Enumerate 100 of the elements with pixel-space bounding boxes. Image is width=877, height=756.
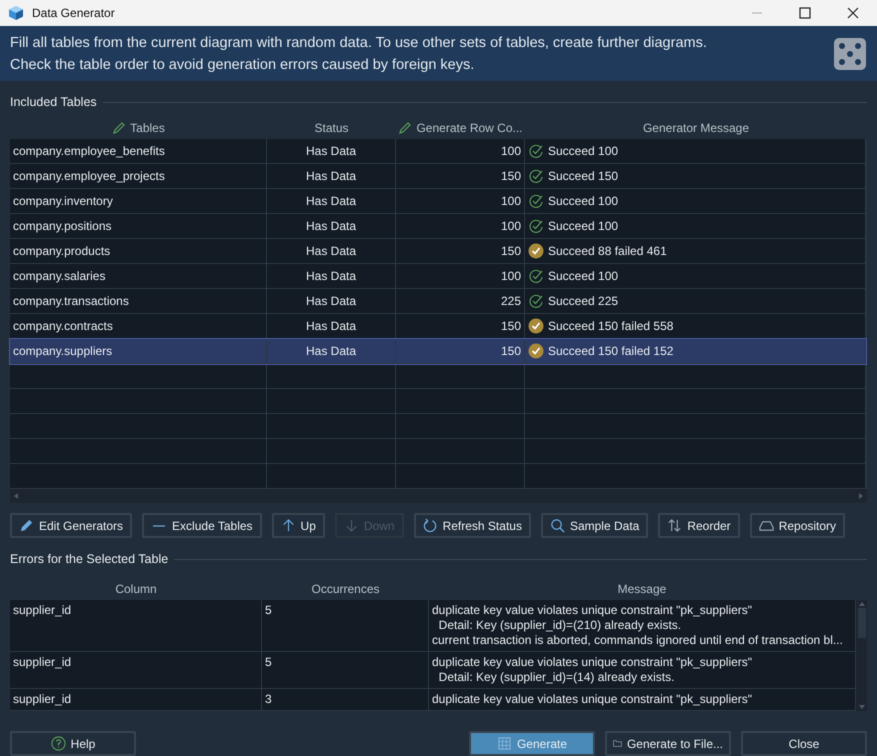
help-icon [50, 736, 66, 751]
table-cell: company.transactions [13, 294, 129, 308]
table-cell: Has Data [306, 294, 356, 308]
table-cell: Has Data [306, 344, 356, 358]
scrollbar[interactable] [10, 489, 867, 503]
table-cell: 150 [500, 344, 521, 358]
down-arrow-icon [344, 518, 359, 533]
table-cell: Succeed 88 failed 461 [548, 244, 667, 258]
table-cell: 100 [500, 269, 521, 283]
table-cell: 100 [500, 219, 521, 233]
table-cell: 100 [500, 194, 521, 208]
table-cell: Has Data [306, 144, 356, 158]
table-cell: supplier_id [13, 603, 72, 617]
error-message: duplicate key value violates unique constraint "pk_suppliers" [432, 655, 754, 670]
table-cell: Has Data [306, 219, 356, 233]
toolbar-button[interactable]: Up [272, 513, 325, 538]
help-button[interactable]: Help [10, 731, 136, 756]
table-cell: 150 [500, 169, 521, 183]
table-cell: 100 [500, 144, 521, 158]
error-message: Detail: Key (supplier_id)=(210) already exists. [438, 618, 682, 633]
banner-text: Check the table order to avoid generation errors caused by foreign keys. [10, 56, 476, 75]
table-cell: company.salaries [13, 269, 106, 283]
pencil-icon [112, 121, 126, 135]
table-cell: company.employee_benefits [13, 144, 165, 158]
toolbar-button[interactable]: Repository [750, 513, 846, 538]
error-message: duplicate key value violates unique constraint "pk_suppliers" [432, 692, 754, 707]
scroll-left-icon[interactable] [14, 493, 18, 499]
window-title: Data Generator [32, 6, 115, 20]
column-header[interactable]: Tables [10, 121, 267, 135]
table-cell: supplier_id [13, 692, 72, 706]
sort-arrows-icon [667, 518, 682, 533]
section-title: Errors for the Selected Table [10, 552, 168, 566]
table-cell: 150 [500, 319, 521, 333]
toolbar-button[interactable]: Reorder [658, 513, 740, 538]
minus-icon [153, 524, 166, 526]
table-cell: company.products [13, 244, 110, 258]
table-cell: 225 [500, 294, 521, 308]
toolbar-button[interactable]: Edit Generators [10, 513, 132, 538]
grid-icon [496, 736, 512, 751]
column-header[interactable]: Occurrences [311, 582, 380, 596]
toolbar-button[interactable]: Sample Data [540, 513, 648, 538]
error-message: current transaction is aborted, commands ignored until end of transaction bl... [432, 633, 844, 648]
up-arrow-icon [280, 518, 296, 533]
table-cell: Has Data [306, 169, 356, 183]
toolbar-button[interactable]: Refresh Status [414, 513, 531, 538]
table-row[interactable]: company.employee_benefits Has Data 100 Succeed 100 [10, 139, 866, 164]
table-row[interactable]: company.positions Has Data 100 Succeed 100 [10, 214, 866, 239]
table-cell: company.contracts [13, 319, 113, 333]
pencil-icon [19, 518, 34, 533]
app-icon [8, 5, 24, 22]
table-cell: 5 [265, 655, 272, 669]
table-cell: Succeed 150 failed 152 [548, 344, 674, 358]
table-cell: company.positions [13, 219, 112, 233]
table-row[interactable]: company.suppliers Has Data 150 Succeed 150 failed 152 [10, 339, 866, 364]
refresh-icon [422, 518, 438, 533]
maximize-icon[interactable] [799, 7, 811, 20]
table-cell: Succeed 100 [548, 144, 618, 158]
dice-icon [833, 36, 867, 71]
scroll-down-icon[interactable] [858, 705, 864, 709]
column-header[interactable]: Message [618, 582, 666, 596]
dialog-button[interactable]: Generate to File... [605, 731, 731, 756]
table-cell: Succeed 100 [548, 219, 618, 233]
table-row[interactable]: company.employee_projects Has Data 150 Succeed 150 [10, 164, 866, 189]
table-cell: company.employee_projects [13, 169, 165, 183]
column-header[interactable]: Status [267, 121, 396, 135]
column-header[interactable]: Generate Row Co... [396, 121, 525, 135]
table-cell: company.suppliers [13, 344, 112, 358]
close-icon[interactable] [847, 7, 859, 20]
table-row[interactable]: company.products Has Data 150 Succeed 88 failed 461 [10, 239, 866, 264]
search-icon [550, 518, 565, 533]
scrollbar[interactable] [856, 600, 867, 711]
table-cell: Has Data [306, 269, 356, 283]
toolbar-button[interactable]: Exclude Tables [142, 513, 262, 538]
error-message: Detail: Key (supplier_id)=(14) already exists. [438, 670, 676, 685]
error-message: duplicate key value violates unique constraint "pk_suppliers" [432, 603, 754, 618]
section-title: Included Tables [10, 95, 97, 109]
dialog-button[interactable]: Close [741, 731, 867, 756]
table-cell: Succeed 100 [548, 269, 618, 283]
scroll-right-icon[interactable] [859, 493, 863, 499]
table-cell: supplier_id [13, 655, 72, 669]
table-cell: Has Data [306, 194, 356, 208]
table-cell: Succeed 100 [548, 194, 618, 208]
scroll-up-icon[interactable] [858, 602, 864, 606]
column-header[interactable]: Column [115, 582, 157, 596]
table-cell: Has Data [306, 319, 356, 333]
table-cell: Succeed 150 failed 558 [548, 319, 674, 333]
table-cell: Has Data [306, 244, 356, 258]
table-row[interactable]: company.salaries Has Data 100 Succeed 100 [10, 264, 866, 289]
drive-icon [758, 518, 774, 533]
column-header[interactable]: Generator Message [525, 121, 867, 135]
pencil-icon [398, 121, 412, 135]
table-cell: 3 [265, 692, 272, 706]
table-cell: Succeed 225 [548, 294, 618, 308]
table-cell: 5 [265, 603, 272, 617]
table-row[interactable]: company.transactions Has Data 225 Succeed 225 [10, 289, 866, 314]
table-cell: company.inventory [13, 194, 113, 208]
table-row[interactable]: company.inventory Has Data 100 Succeed 100 [10, 189, 866, 214]
table-cell: Succeed 150 [548, 169, 618, 183]
banner-text: Fill all tables from the current diagram with random data. To use other sets of tables, create further diagrams. [10, 34, 708, 53]
table-cell: 150 [500, 244, 521, 258]
